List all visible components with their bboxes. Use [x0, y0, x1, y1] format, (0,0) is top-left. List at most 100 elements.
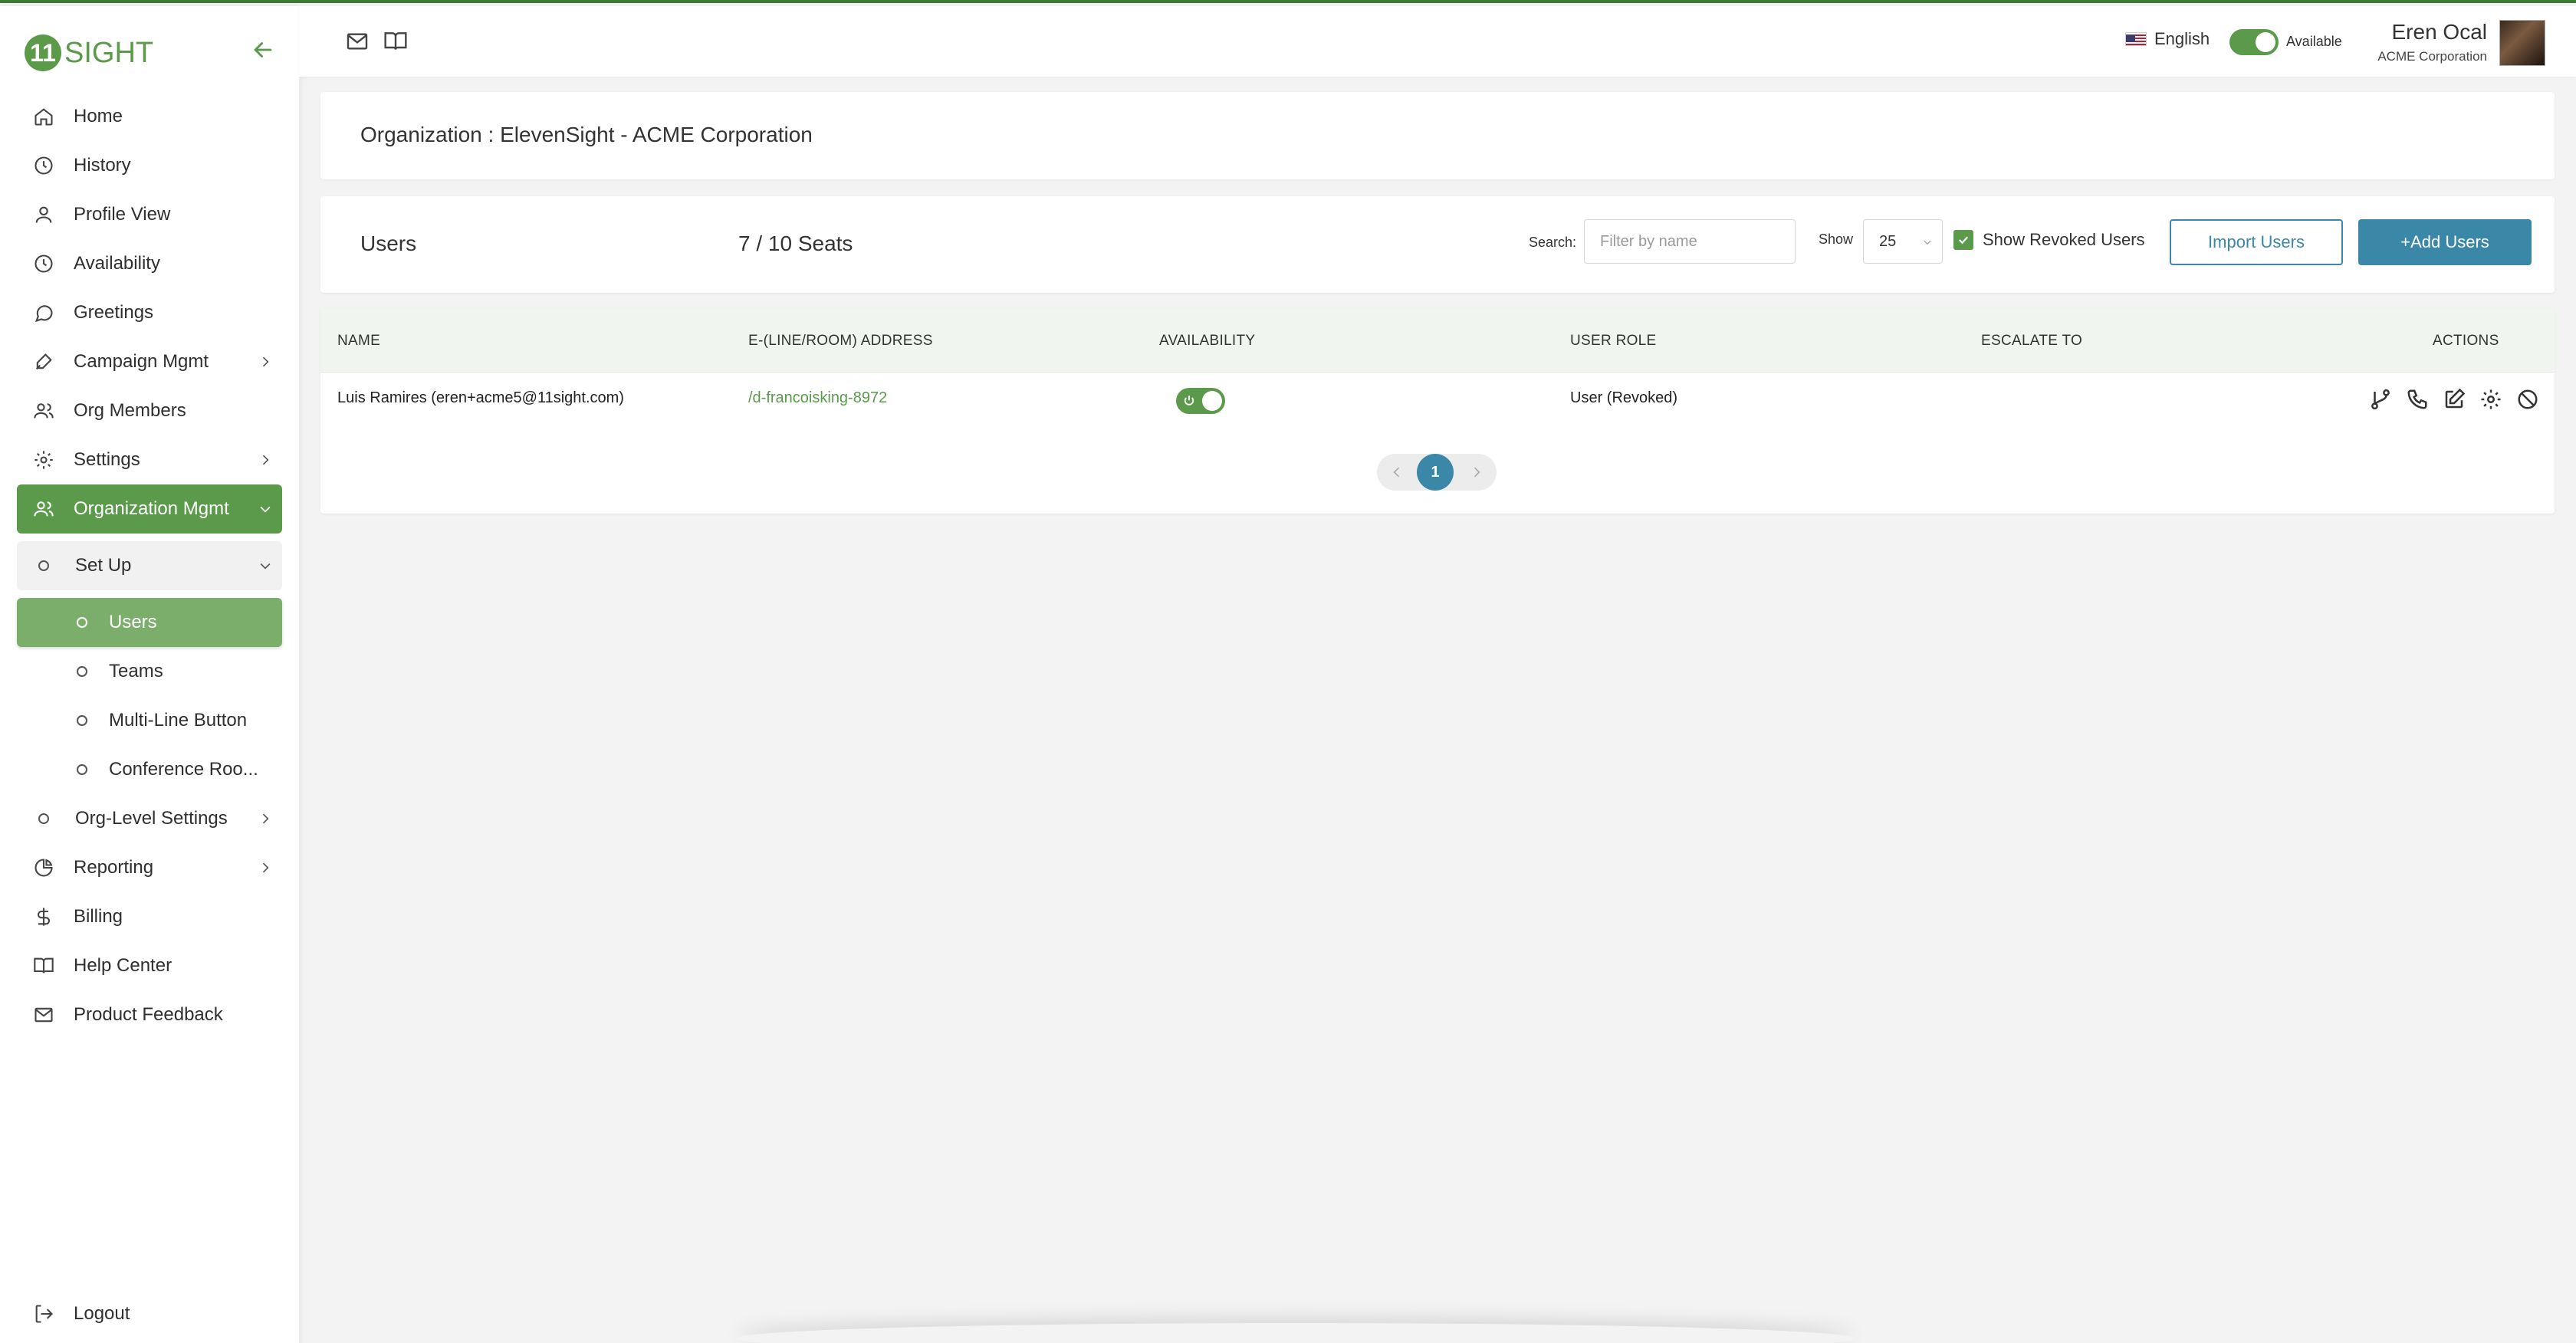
show-label: Show — [1819, 231, 1854, 247]
sidebar-item-label: Set Up — [75, 555, 132, 576]
sidebar-item-label: Teams — [109, 661, 163, 681]
row-actions — [2369, 388, 2553, 411]
sidebar-item-help-center[interactable]: Help Center — [17, 941, 282, 990]
book-icon[interactable] — [383, 29, 408, 54]
toggle-knob — [1202, 391, 1222, 411]
column-header-address: E-(LINE/ROOM) ADDRESS — [748, 333, 933, 349]
seats-count: 7 / 10 Seats — [738, 231, 853, 255]
column-header-availability: AVAILABILITY — [1159, 333, 1256, 349]
logo-text: SIGHT — [64, 36, 154, 69]
mail-icon — [32, 1003, 55, 1026]
clock-icon — [32, 154, 55, 177]
column-header-actions: ACTIONS — [2433, 333, 2499, 349]
page-button-current[interactable]: 1 — [1417, 454, 1454, 491]
gear-icon — [32, 448, 55, 471]
sidebar-subitem-multi-line-button[interactable]: Multi-Line Button — [17, 696, 282, 745]
show-revoked-checkbox[interactable] — [1953, 230, 1973, 250]
chevron-down-icon — [260, 506, 271, 513]
organization-card: Organization : ElevenSight - ACME Corpor… — [320, 92, 2555, 179]
sidebar-item-availability[interactable]: Availability — [17, 239, 282, 288]
chevron-right-icon — [262, 813, 269, 824]
user-icon — [32, 203, 55, 226]
sidebar-item-label: Profile View — [74, 204, 171, 225]
chevron-right-icon — [262, 862, 269, 873]
user-availability-toggle[interactable] — [1176, 388, 1225, 414]
column-header-name: NAME — [337, 333, 381, 349]
sidebar-item-greetings[interactable]: Greetings — [17, 288, 282, 337]
sidebar-item-label: Settings — [74, 449, 140, 470]
page-size-value: 25 — [1879, 233, 1897, 250]
import-users-button[interactable]: Import Users — [2170, 219, 2343, 265]
page-title: Organization : ElevenSight - ACME Corpor… — [360, 123, 813, 146]
chat-bubble-icon — [32, 301, 55, 324]
user-name-cell: Luis Ramires (eren+acme5@11sight.com) — [337, 389, 624, 406]
logo[interactable]: 11 SIGHT — [25, 34, 153, 72]
sidebar-item-reporting[interactable]: Reporting — [17, 843, 282, 892]
mail-icon[interactable] — [345, 29, 370, 54]
sidebar-item-label: Reporting — [74, 857, 154, 878]
sidebar-item-organization-mgmt[interactable]: Organization Mgmt — [17, 484, 282, 534]
column-header-escalate-to: ESCALATE TO — [1981, 333, 2083, 349]
sidebar-item-history[interactable]: History — [17, 141, 282, 190]
block-icon[interactable] — [2516, 388, 2539, 411]
chevron-left-icon[interactable] — [1389, 465, 1405, 480]
logout-label: Logout — [74, 1303, 130, 1324]
home-icon — [32, 105, 55, 128]
sidebar-item-label: Availability — [74, 253, 160, 274]
availability-label: Available — [2286, 34, 2342, 49]
sidebar-item-campaign-mgmt[interactable]: Campaign Mgmt — [17, 337, 282, 386]
circle-bullet-icon — [77, 715, 87, 726]
sidebar-item-label: Help Center — [74, 955, 172, 976]
show-revoked-toggle[interactable]: Show Revoked Users — [1953, 230, 2145, 250]
phone-icon[interactable] — [2406, 388, 2429, 411]
users-toolbar: Users 7 / 10 Seats Search: Show 25 Show … — [320, 196, 2555, 293]
sidebar-item-profile-view[interactable]: Profile View — [17, 190, 282, 239]
users-table: NAME E-(LINE/ROOM) ADDRESS AVAILABILITY … — [320, 308, 2555, 514]
sidebar-item-label: Campaign Mgmt — [74, 351, 209, 372]
logout: Logout — [17, 1289, 282, 1338]
language-selector[interactable]: English — [2125, 29, 2210, 49]
sidebar-item-set-up[interactable]: Set Up — [17, 541, 282, 590]
megaphone-icon — [32, 350, 55, 373]
chevron-right-icon[interactable] — [1469, 465, 1484, 480]
sidebar-subitem-teams[interactable]: Teams — [17, 647, 282, 696]
show-revoked-label: Show Revoked Users — [1983, 230, 2145, 249]
logout-icon — [32, 1302, 55, 1325]
column-header-user-role: USER ROLE — [1570, 333, 1657, 349]
circle-bullet-icon — [38, 560, 49, 571]
address-link[interactable]: /d-francoisking-8972 — [748, 389, 887, 407]
edit-icon[interactable] — [2443, 388, 2466, 411]
page-size-select[interactable]: 25 — [1863, 219, 1943, 264]
top-bar: English Available Eren Ocal ACME Corpora… — [299, 6, 2576, 77]
avatar[interactable] — [2499, 20, 2545, 66]
logo-mark: 11 — [25, 34, 61, 71]
user-name[interactable]: Eren Ocal — [2392, 20, 2488, 44]
sidebar-subitem-conference-rooms[interactable]: Conference Roo... — [17, 745, 282, 794]
search-input[interactable] — [1584, 219, 1796, 264]
sidebar-item-label: Users — [109, 612, 157, 632]
sidebar-item-org-members[interactable]: Org Members — [17, 386, 282, 435]
chevron-down-icon — [1924, 240, 1931, 245]
gear-icon[interactable] — [2479, 388, 2502, 411]
sidebar-nav: Home History Profile View Availability G… — [17, 92, 282, 1039]
chevron-right-icon — [262, 455, 269, 465]
sidebar-item-label: History — [74, 155, 131, 176]
search-label: Search: — [1529, 235, 1577, 250]
sidebar-item-org-level-settings[interactable]: Org-Level Settings — [17, 794, 282, 843]
logout-button[interactable]: Logout — [17, 1289, 282, 1338]
sidebar-item-product-feedback[interactable]: Product Feedback — [17, 990, 282, 1039]
branch-icon[interactable] — [2369, 388, 2392, 411]
collapse-sidebar-icon[interactable] — [250, 37, 276, 63]
sidebar-item-settings[interactable]: Settings — [17, 435, 282, 484]
toggle-knob — [2256, 32, 2275, 52]
add-users-button[interactable]: +Add Users — [2358, 219, 2532, 265]
sidebar-item-label: Greetings — [74, 302, 154, 323]
power-icon — [1184, 396, 1194, 406]
sidebar-subitem-users[interactable]: Users — [17, 598, 282, 647]
clock-icon — [32, 252, 55, 275]
circle-bullet-icon — [77, 666, 87, 677]
availability-toggle[interactable] — [2229, 29, 2279, 55]
sidebar-item-billing[interactable]: Billing — [17, 892, 282, 941]
chevron-down-icon — [260, 563, 271, 570]
sidebar-item-home[interactable]: Home — [17, 92, 282, 141]
